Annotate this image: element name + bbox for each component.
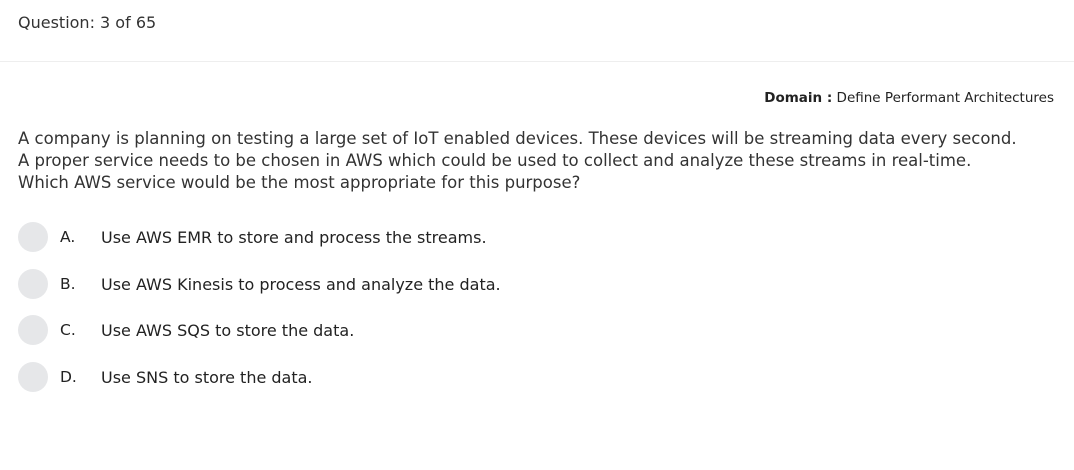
domain-info: Domain : Define Performant Architectures — [764, 90, 1054, 106]
option-b[interactable]: B. Use AWS Kinesis to process and analyz… — [18, 269, 501, 299]
option-text[interactable]: Use AWS Kinesis to process and analyze t… — [101, 275, 501, 294]
radio-button[interactable] — [18, 222, 48, 252]
domain-value: Define Performant Architectures — [836, 90, 1054, 106]
option-text[interactable]: Use SNS to store the data. — [101, 368, 313, 387]
option-text[interactable]: Use AWS EMR to store and process the str… — [101, 228, 487, 247]
radio-button[interactable] — [18, 362, 48, 392]
radio-button[interactable] — [18, 269, 48, 299]
divider — [0, 61, 1074, 62]
question-text: A company is planning on testing a large… — [18, 129, 1017, 192]
option-c[interactable]: C. Use AWS SQS to store the data. — [18, 315, 354, 345]
option-text[interactable]: Use AWS SQS to store the data. — [101, 321, 354, 340]
option-a[interactable]: A. Use AWS EMR to store and process the … — [18, 222, 487, 252]
option-letter: C. — [60, 321, 76, 339]
option-letter: A. — [60, 228, 76, 246]
option-d[interactable]: D. Use SNS to store the data. — [18, 362, 313, 392]
option-letter: B. — [60, 275, 76, 293]
radio-button[interactable] — [18, 315, 48, 345]
domain-label: Domain : — [764, 90, 833, 106]
question-counter: Question: 3 of 65 — [18, 13, 157, 32]
option-letter: D. — [60, 368, 77, 386]
